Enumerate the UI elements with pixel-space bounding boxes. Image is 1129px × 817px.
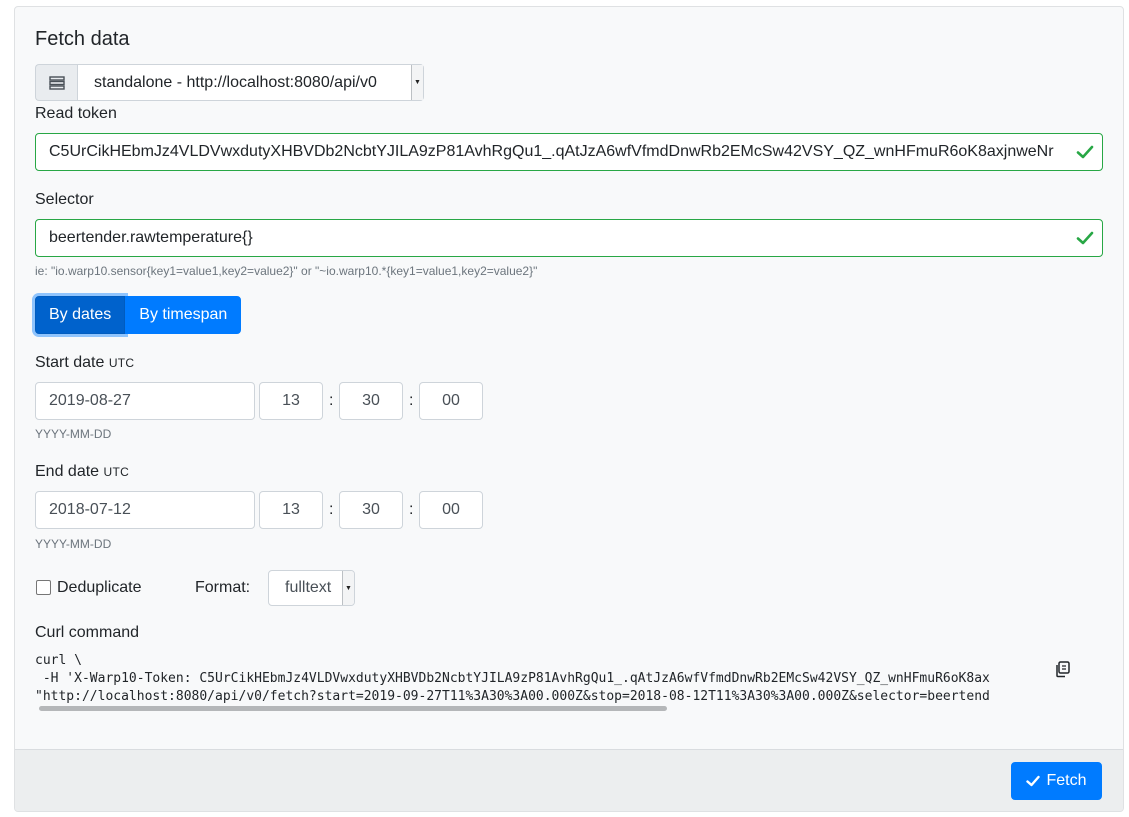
panel-footer: Fetch (15, 749, 1123, 811)
start-date-format-hint: YYYY-MM-DD (35, 427, 112, 441)
server-icon (35, 64, 77, 101)
chevron-down-icon: ▼ (411, 65, 423, 100)
fetch-button-label: Fetch (1046, 772, 1087, 789)
valid-check-icon (1076, 231, 1094, 245)
by-timespan-button[interactable]: By timespan (125, 296, 242, 334)
end-date-input[interactable]: 2018-07-12 (35, 491, 255, 529)
copy-icon[interactable] (1053, 659, 1073, 679)
panel-title: Fetch data (35, 28, 130, 50)
selector-hint: ie: "io.warp10.sensor{key1=value1,key2=v… (35, 264, 538, 278)
read-token-input[interactable]: C5UrCikHEbmJz4VLDVwxdutyXHBVDb2NcbtYJILA… (35, 133, 1103, 171)
time-separator: : (409, 501, 414, 518)
curl-line: "http://localhost:8080/api/v0/fetch?star… (35, 689, 990, 704)
mode-toggle: By dates By timespan (35, 296, 242, 334)
horizontal-scrollbar[interactable] (39, 706, 667, 711)
read-token-label: Read token (35, 105, 117, 122)
valid-check-icon (1076, 145, 1094, 159)
source-select-group: standalone - http://localhost:8080/api/v… (35, 64, 424, 101)
fetch-button[interactable]: Fetch (1011, 762, 1102, 800)
chevron-down-icon: ▼ (342, 571, 354, 605)
source-select[interactable]: standalone - http://localhost:8080/api/v… (77, 64, 424, 101)
start-date-label-text: Start date (35, 354, 105, 371)
format-select-value: fulltext (285, 579, 332, 596)
start-second-input[interactable]: 00 (419, 382, 483, 420)
fetch-data-panel: Fetch data standalone - http://localhost… (14, 6, 1124, 812)
end-date-format-hint: YYYY-MM-DD (35, 537, 112, 551)
time-separator: : (409, 392, 414, 409)
selector-input[interactable]: beertender.rawtemperature{} (35, 219, 1103, 257)
start-hour-input[interactable]: 13 (259, 382, 323, 420)
deduplicate-checkbox[interactable] (36, 580, 51, 595)
read-token-value: C5UrCikHEbmJz4VLDVwxdutyXHBVDb2NcbtYJILA… (49, 143, 1054, 160)
selector-value: beertender.rawtemperature{} (49, 229, 253, 246)
curl-command-label: Curl command (35, 624, 140, 641)
format-label: Format: (195, 579, 251, 596)
end-minute-input[interactable]: 30 (339, 491, 403, 529)
by-dates-button[interactable]: By dates (35, 296, 126, 334)
start-date-input[interactable]: 2019-08-27 (35, 382, 255, 420)
check-icon (1026, 775, 1041, 787)
source-select-value: standalone - http://localhost:8080/api/v… (94, 73, 377, 91)
start-date-label: Start date UTC (35, 354, 134, 372)
curl-command-box[interactable]: curl \ -H 'X-Warp10-Token: C5UrCikHEbmJz… (35, 652, 1015, 714)
selector-label: Selector (35, 191, 94, 208)
end-date-label-text: End date (35, 463, 100, 480)
panel-body: Fetch data standalone - http://localhost… (15, 7, 1123, 750)
end-date-tz: UTC (103, 465, 130, 479)
end-date-label: End date UTC (35, 463, 129, 481)
time-separator: : (329, 501, 334, 518)
start-date-tz: UTC (108, 356, 135, 370)
end-second-input[interactable]: 00 (419, 491, 483, 529)
curl-line: curl \ (35, 653, 82, 668)
format-select[interactable]: fulltext ▼ (268, 570, 355, 606)
deduplicate-label: Deduplicate (57, 579, 142, 596)
time-separator: : (329, 392, 334, 409)
curl-line: -H 'X-Warp10-Token: C5UrCikHEbmJz4VLDVwx… (35, 671, 990, 686)
end-hour-input[interactable]: 13 (259, 491, 323, 529)
start-minute-input[interactable]: 30 (339, 382, 403, 420)
